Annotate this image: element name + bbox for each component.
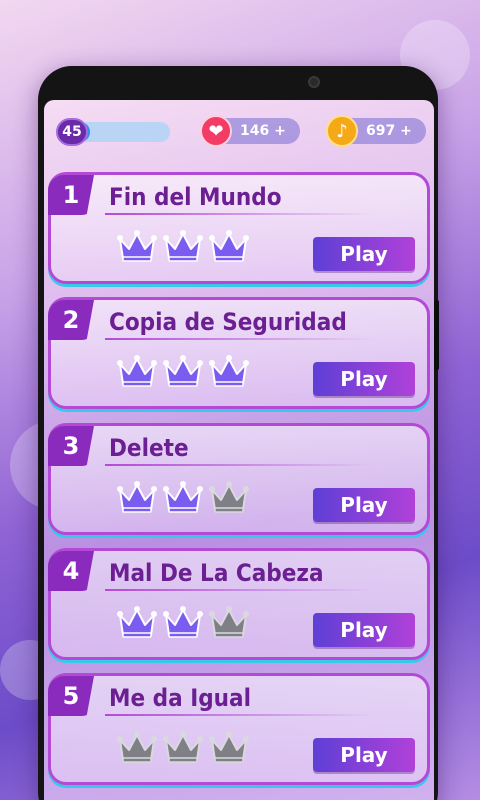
song-title: Mal De La Cabeza xyxy=(109,559,324,587)
song-number: 2 xyxy=(48,300,94,340)
title-underline xyxy=(105,213,375,215)
crown-rating xyxy=(117,229,249,265)
play-button[interactable]: Play xyxy=(313,613,415,647)
status-bar: 45 ❤ 146 + ♪ 697 + xyxy=(54,114,426,150)
phone-side-button xyxy=(434,300,439,370)
game-screen: 45 ❤ 146 + ♪ 697 + 1 Fin del Mundo Play 2 Co… xyxy=(44,100,434,800)
crown-rating xyxy=(117,354,249,390)
hearts-counter[interactable]: ❤ 146 + xyxy=(200,115,300,147)
crown-empty-icon xyxy=(209,606,249,638)
crown-filled-icon xyxy=(163,355,203,387)
camera-icon xyxy=(308,76,320,88)
crown-empty-icon xyxy=(117,731,157,763)
crown-rating xyxy=(117,730,249,766)
crown-rating xyxy=(117,605,249,641)
song-title: Me da Igual xyxy=(109,684,252,712)
notes-value: 697 + xyxy=(366,123,412,139)
level-indicator: 45 xyxy=(56,118,176,146)
song-number: 1 xyxy=(48,175,94,215)
song-card: 3 Delete Play xyxy=(48,423,430,535)
crown-empty-icon xyxy=(163,731,203,763)
title-underline xyxy=(105,464,375,466)
song-title: Fin del Mundo xyxy=(109,183,282,211)
title-underline xyxy=(105,589,375,591)
song-card: 5 Me da Igual Play xyxy=(48,673,430,785)
crown-filled-icon xyxy=(117,606,157,638)
level-badge: 45 xyxy=(56,118,88,146)
song-card: 2 Copia de Seguridad Play xyxy=(48,297,430,409)
song-card: 4 Mal De La Cabeza Play xyxy=(48,548,430,660)
play-button[interactable]: Play xyxy=(313,488,415,522)
music-note-icon: ♪ xyxy=(326,115,358,147)
play-button[interactable]: Play xyxy=(313,237,415,271)
crown-filled-icon xyxy=(117,481,157,513)
song-title: Delete xyxy=(109,434,189,462)
play-button[interactable]: Play xyxy=(313,362,415,396)
song-title: Copia de Seguridad xyxy=(109,308,347,336)
notes-counter[interactable]: ♪ 697 + xyxy=(326,115,426,147)
crown-empty-icon xyxy=(209,731,249,763)
crown-filled-icon xyxy=(117,230,157,262)
hearts-value: 146 + xyxy=(240,123,286,139)
song-number: 5 xyxy=(48,676,94,716)
crown-filled-icon xyxy=(209,355,249,387)
title-underline xyxy=(105,338,375,340)
play-button[interactable]: Play xyxy=(313,738,415,772)
crown-rating xyxy=(117,480,249,516)
title-underline xyxy=(105,714,375,716)
heart-icon: ❤ xyxy=(200,115,232,147)
crown-filled-icon xyxy=(209,230,249,262)
song-number: 4 xyxy=(48,551,94,591)
crown-filled-icon xyxy=(163,481,203,513)
crown-filled-icon xyxy=(163,606,203,638)
crown-filled-icon xyxy=(117,355,157,387)
song-number: 3 xyxy=(48,426,94,466)
crown-filled-icon xyxy=(163,230,203,262)
crown-empty-icon xyxy=(209,481,249,513)
song-card: 1 Fin del Mundo Play xyxy=(48,172,430,284)
